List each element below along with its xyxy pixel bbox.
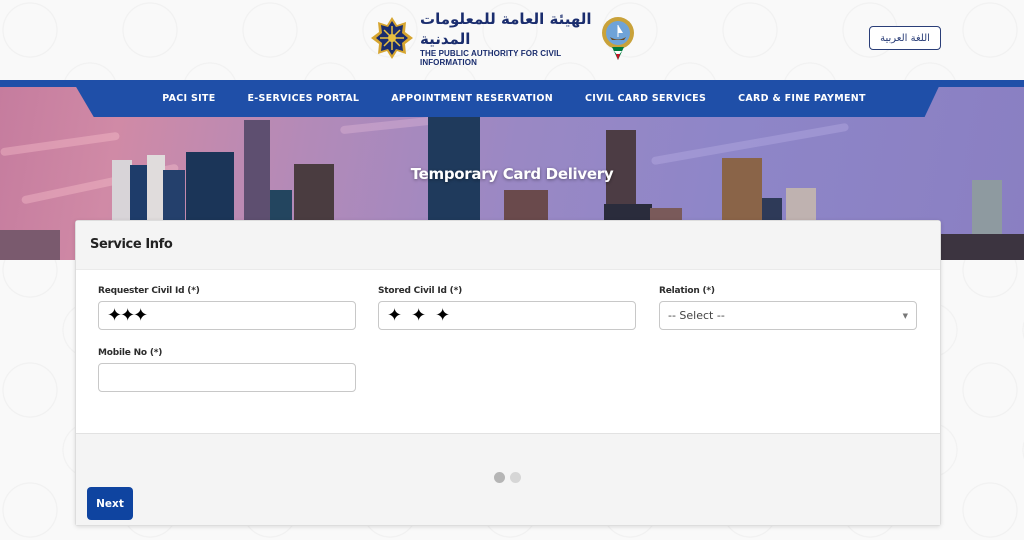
mobile-no-field: Mobile No (*) (98, 348, 356, 392)
next-button[interactable]: Next (87, 487, 133, 520)
mobile-no-label: Mobile No (*) (98, 348, 163, 358)
main-nav: PACI SITE E-SERVICES PORTAL APPOINTMENT … (0, 80, 1024, 117)
requester-civil-id-label: Requester Civil Id (*) (98, 286, 200, 296)
stored-civil-id-field: Stored Civil Id (*) ✦ ✦ ✦ (378, 286, 636, 330)
paci-star-icon (370, 16, 414, 60)
arabic-language-button[interactable]: اللغة العربية (869, 26, 941, 50)
requester-civil-id-input[interactable]: ✦✦✦ (98, 301, 356, 330)
kuwait-emblem-icon (598, 15, 638, 61)
nav-item-paci-site[interactable]: PACI SITE (146, 93, 231, 104)
stored-civil-id-label: Stored Civil Id (*) (378, 286, 463, 296)
mobile-no-input[interactable] (98, 363, 356, 392)
relation-field: Relation (*) -- Select -- ▼ (659, 286, 917, 330)
paci-logo[interactable]: الهيئة العامة للمعلومات المدنية THE PUBL… (370, 10, 638, 67)
requester-civil-id-field: Requester Civil Id (*) ✦✦✦ (98, 286, 356, 330)
sky-streak (0, 131, 120, 157)
form-footer: Next (76, 433, 940, 525)
site-header: الهيئة العامة للمعلومات المدنية THE PUBL… (0, 0, 1024, 80)
nav-item-card-fine-payment[interactable]: CARD & FINE PAYMENT (722, 93, 882, 104)
chevron-down-icon: ▼ (902, 311, 908, 320)
service-info-card: Service Info Requester Civil Id (*) ✦✦✦ … (75, 220, 941, 526)
step-indicator (494, 472, 521, 483)
nav-item-appointment-reservation[interactable]: APPOINTMENT RESERVATION (375, 93, 569, 104)
nav-item-e-services-portal[interactable]: E-SERVICES PORTAL (232, 93, 376, 104)
step-dot-1-active (494, 472, 505, 483)
relation-label: Relation (*) (659, 286, 715, 296)
page-title: Temporary Card Delivery (410, 165, 614, 183)
stored-civil-id-input[interactable]: ✦ ✦ ✦ (378, 301, 636, 330)
relation-select[interactable]: -- Select -- ▼ (659, 301, 917, 330)
nav-item-civil-card-services[interactable]: CIVIL CARD SERVICES (569, 93, 722, 104)
step-dot-2 (510, 472, 521, 483)
logo-arabic-text: الهيئة العامة للمعلومات المدنية (420, 10, 592, 48)
skyline-building (940, 234, 1024, 260)
section-title: Service Info (76, 221, 940, 270)
logo-english-text: THE PUBLIC AUTHORITY FOR CIVIL INFORMATI… (420, 49, 562, 67)
relation-selected-value: -- Select -- (668, 309, 725, 322)
skyline-building (0, 230, 60, 260)
